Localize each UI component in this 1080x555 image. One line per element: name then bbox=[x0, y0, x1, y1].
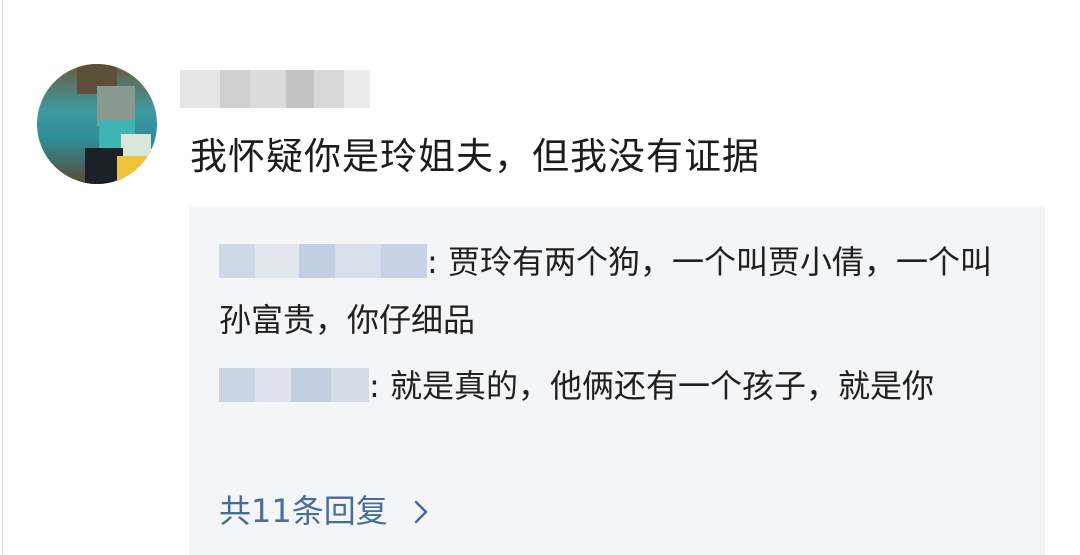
view-more-replies-link[interactable]: 共11条回复 bbox=[219, 487, 428, 537]
username-blurred[interactable] bbox=[180, 70, 380, 108]
comment-text: 我怀疑你是玲姐夫，但我没有证据 bbox=[190, 135, 760, 178]
reply-item[interactable]: : 就是真的，他俩还有一个孩子，就是你 bbox=[219, 357, 1009, 415]
reply-author-blurred[interactable] bbox=[219, 368, 369, 402]
reply-author-blurred[interactable] bbox=[219, 244, 427, 278]
reply-text: 就是真的，他俩还有一个孩子，就是你 bbox=[389, 367, 934, 405]
reply-separator: : bbox=[369, 367, 390, 405]
more-replies-label: 共11条回复 bbox=[219, 492, 388, 530]
left-divider bbox=[2, 0, 3, 555]
chevron-right-icon bbox=[414, 489, 428, 537]
reply-separator: : bbox=[427, 243, 448, 281]
reply-item[interactable]: : 贾玲有两个狗，一个叫贾小倩，一个叫孙富贵，你仔细品 bbox=[219, 233, 1009, 349]
reply-box[interactable]: : 贾玲有两个狗，一个叫贾小倩，一个叫孙富贵，你仔细品 : 就是真的，他俩还有一… bbox=[189, 207, 1045, 555]
avatar[interactable] bbox=[37, 64, 157, 184]
